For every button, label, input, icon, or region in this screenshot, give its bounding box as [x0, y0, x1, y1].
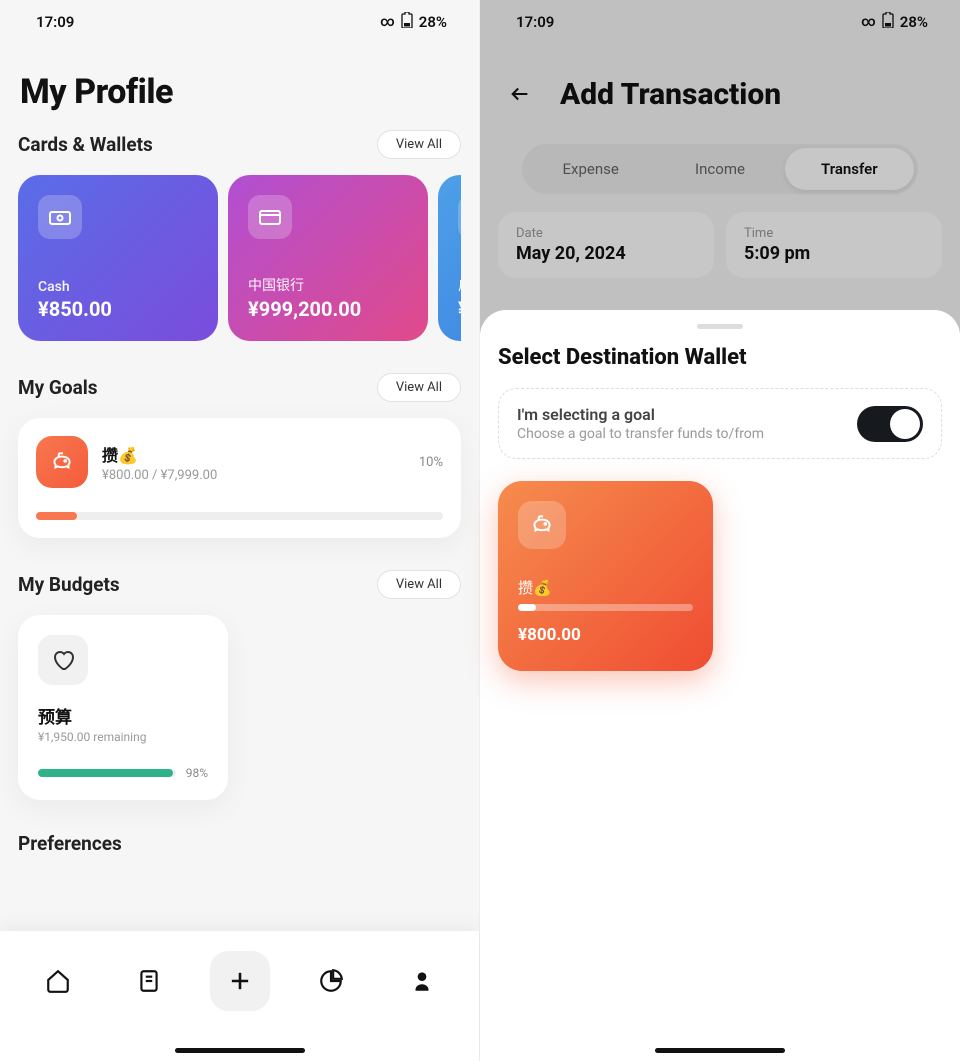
battery-pct: 28% — [900, 13, 928, 31]
view-all-goals-button[interactable]: View All — [377, 373, 461, 402]
budget-card[interactable]: 预算 ¥1,950.00 remaining 98% — [18, 615, 228, 800]
budget-progress-bar — [38, 769, 176, 777]
nav-transactions[interactable] — [119, 951, 179, 1011]
goal-progress-fill — [36, 512, 77, 520]
section-title-budgets: My Budgets — [18, 573, 120, 596]
nav-profile[interactable] — [392, 951, 452, 1011]
view-all-budgets-button[interactable]: View All — [377, 570, 461, 599]
credit-card-icon — [248, 195, 292, 239]
budget-percent: 98% — [186, 766, 208, 780]
date-value: May 20, 2024 — [516, 243, 696, 264]
battery-pct: 28% — [419, 13, 447, 31]
time-value: 5:09 pm — [744, 243, 924, 264]
nav-home[interactable] — [28, 951, 88, 1011]
status-right: ∞ 28% — [380, 12, 447, 32]
time-field[interactable]: Time 5:09 pm — [726, 212, 942, 278]
bottom-nav — [0, 931, 479, 1061]
segment-transfer[interactable]: Transfer — [785, 148, 914, 190]
wallet-name: 广 — [458, 275, 461, 295]
date-field[interactable]: Date May 20, 2024 — [498, 212, 714, 278]
time-label: Time — [744, 226, 924, 241]
dest-amount: ¥800.00 — [518, 625, 693, 645]
wallet-amount: ¥850.00 — [38, 297, 198, 321]
goal-progress-bar — [36, 512, 443, 520]
cards-row[interactable]: Cash ¥850.00 中国银行 ¥999,200.00 — [18, 175, 461, 341]
sheet-handle[interactable] — [697, 324, 743, 329]
segment-income[interactable]: Income — [655, 148, 784, 190]
goal-progress-text: ¥800.00 / ¥7,999.00 — [102, 468, 405, 483]
destination-goal-card[interactable]: 攒💰 ¥800.00 — [498, 481, 713, 671]
dest-progress-bar — [518, 604, 693, 611]
home-indicator — [175, 1048, 305, 1053]
transaction-type-segment: Expense Income Transfer — [522, 144, 918, 194]
wallet-name: 中国银行 — [248, 275, 408, 295]
wallet-card-partial[interactable]: 广 ¥2 — [438, 175, 461, 341]
toggle-knob — [890, 409, 920, 439]
battery-icon — [401, 12, 413, 32]
section-cards: Cards & Wallets View All Cash ¥850.00 — [18, 130, 461, 341]
status-time: 17:09 — [36, 13, 74, 31]
piggy-bank-icon — [36, 436, 88, 488]
dest-name: 攒💰 — [518, 577, 693, 598]
profile-screen: 17:09 ∞ 28% My Profile Cards & Wallets V… — [0, 0, 480, 1061]
nav-reports[interactable] — [301, 951, 361, 1011]
nav-add[interactable] — [210, 951, 270, 1011]
goal-toggle-row: I'm selecting a goal Choose a goal to tr… — [498, 388, 942, 459]
segment-expense[interactable]: Expense — [526, 148, 655, 190]
goal-toggle[interactable] — [857, 406, 923, 442]
status-time: 17:09 — [516, 13, 554, 31]
home-indicator — [655, 1048, 785, 1053]
budget-remaining: ¥1,950.00 remaining — [38, 730, 208, 744]
link-icon: ∞ — [861, 14, 876, 30]
budget-name: 预算 — [38, 703, 208, 728]
section-budgets: My Budgets View All 预算 ¥1,950.00 remaini… — [18, 570, 461, 800]
wallet-amount: ¥999,200.00 — [248, 297, 408, 321]
piggy-bank-icon — [518, 501, 566, 549]
add-transaction-screen: 17:09 ∞ 28% Add Transaction Expense Inco… — [480, 0, 960, 1061]
status-bar: 17:09 ∞ 28% — [0, 0, 479, 44]
battery-icon — [882, 12, 894, 32]
page-title: My Profile — [20, 72, 461, 112]
link-icon: ∞ — [380, 14, 395, 30]
section-title-cards: Cards & Wallets — [18, 133, 153, 156]
section-title-goals: My Goals — [18, 376, 98, 399]
dest-progress-fill — [518, 604, 536, 611]
heart-icon — [38, 635, 88, 685]
page-title: Add Transaction — [560, 77, 781, 112]
goal-toggle-sub: Choose a goal to transfer funds to/from — [517, 426, 843, 442]
status-bar: 17:09 ∞ 28% — [480, 0, 960, 44]
goal-percent: 10% — [419, 455, 443, 470]
section-preferences: Preferences — [18, 832, 461, 855]
goal-name: 攒💰 — [102, 442, 405, 466]
wallet-amount: ¥2 — [458, 297, 461, 321]
goal-toggle-title: I'm selecting a goal — [517, 405, 843, 424]
goal-card[interactable]: 攒💰 ¥800.00 / ¥7,999.00 10% — [18, 418, 461, 538]
section-goals: My Goals View All 攒💰 ¥800.00 / ¥7,999.00… — [18, 373, 461, 538]
cash-icon — [38, 195, 82, 239]
budget-progress-fill — [38, 769, 173, 777]
back-button[interactable] — [498, 72, 542, 116]
view-all-cards-button[interactable]: View All — [377, 130, 461, 159]
section-title-prefs: Preferences — [18, 832, 122, 855]
wallet-card-bank[interactable]: 中国银行 ¥999,200.00 — [228, 175, 428, 341]
destination-wallet-sheet: Select Destination Wallet I'm selecting … — [480, 310, 960, 1061]
wallet-name: Cash — [38, 279, 198, 295]
wallet-card-cash[interactable]: Cash ¥850.00 — [18, 175, 218, 341]
credit-card-icon — [458, 195, 461, 239]
status-right: ∞ 28% — [861, 12, 928, 32]
sheet-title: Select Destination Wallet — [498, 345, 942, 370]
date-label: Date — [516, 226, 696, 241]
